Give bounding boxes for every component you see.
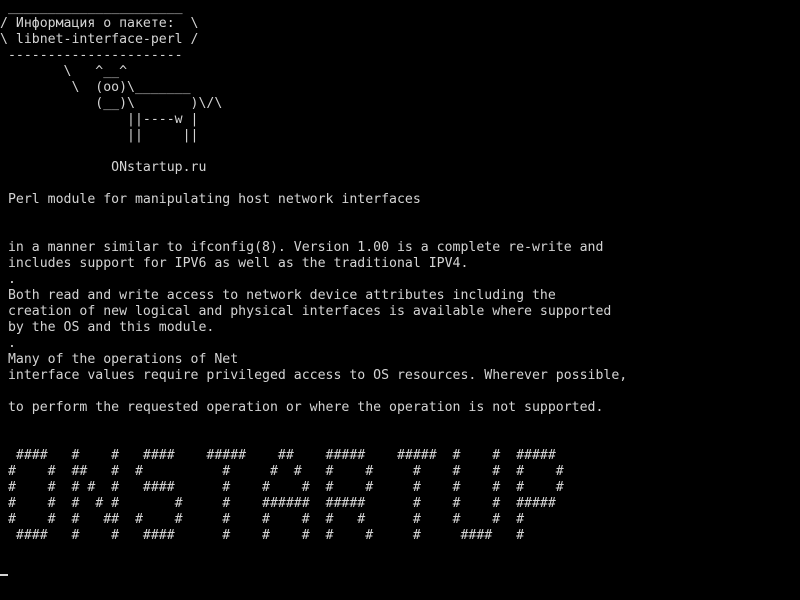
cow-art-line: || || [0, 128, 199, 143]
site-signature: ONstartup.ru [0, 160, 207, 175]
text-cursor [0, 574, 8, 576]
description-line: interface values require privileged acce… [0, 368, 628, 383]
cow-art-line: (__)\ )\/\ [0, 96, 223, 111]
banner-art-line: # # # # # # # ###### ##### # # # ##### [0, 496, 556, 511]
cowsay-bubble-title: / Информация о пакете: \ [0, 16, 199, 31]
cowsay-bubble-bottom: ---------------------- [0, 48, 183, 63]
cow-art-line: \ (oo)\_______ [0, 80, 191, 95]
cow-art-line: ||----w | [0, 112, 199, 127]
package-summary: Perl module for manipulating host networ… [0, 192, 421, 207]
description-line: Many of the operations of Net [0, 352, 239, 367]
banner-art-line: # # ## # # # # # # # # # # # # [0, 464, 564, 479]
description-line: to perform the requested operation or wh… [0, 400, 604, 415]
description-line: includes support for IPV6 as well as the… [0, 256, 469, 271]
cowsay-bubble-top: ______________________ [0, 0, 183, 15]
banner-art-line: #### # # #### # # # # # # #### # [0, 528, 525, 543]
terminal-screen[interactable]: ______________________ / Информация о па… [0, 0, 800, 600]
description-line: creation of new logical and physical int… [0, 304, 612, 319]
description-line: . [0, 272, 16, 287]
cow-art-line: \ ^__^ [0, 64, 128, 79]
description-line: by the OS and this module. [0, 320, 215, 335]
description-line: . [0, 336, 16, 351]
banner-art-line: # # # ## # # # # # # # # # # # [0, 512, 525, 527]
banner-art-line: #### # # #### ##### ## ##### ##### # # #… [0, 448, 556, 463]
description-line: in a manner similar to ifconfig(8). Vers… [0, 240, 604, 255]
description-line: Both read and write access to network de… [0, 288, 556, 303]
cowsay-bubble-package: \ libnet-interface-perl / [0, 32, 199, 47]
banner-art-line: # # # # # #### # # # # # # # # # # [0, 480, 564, 495]
